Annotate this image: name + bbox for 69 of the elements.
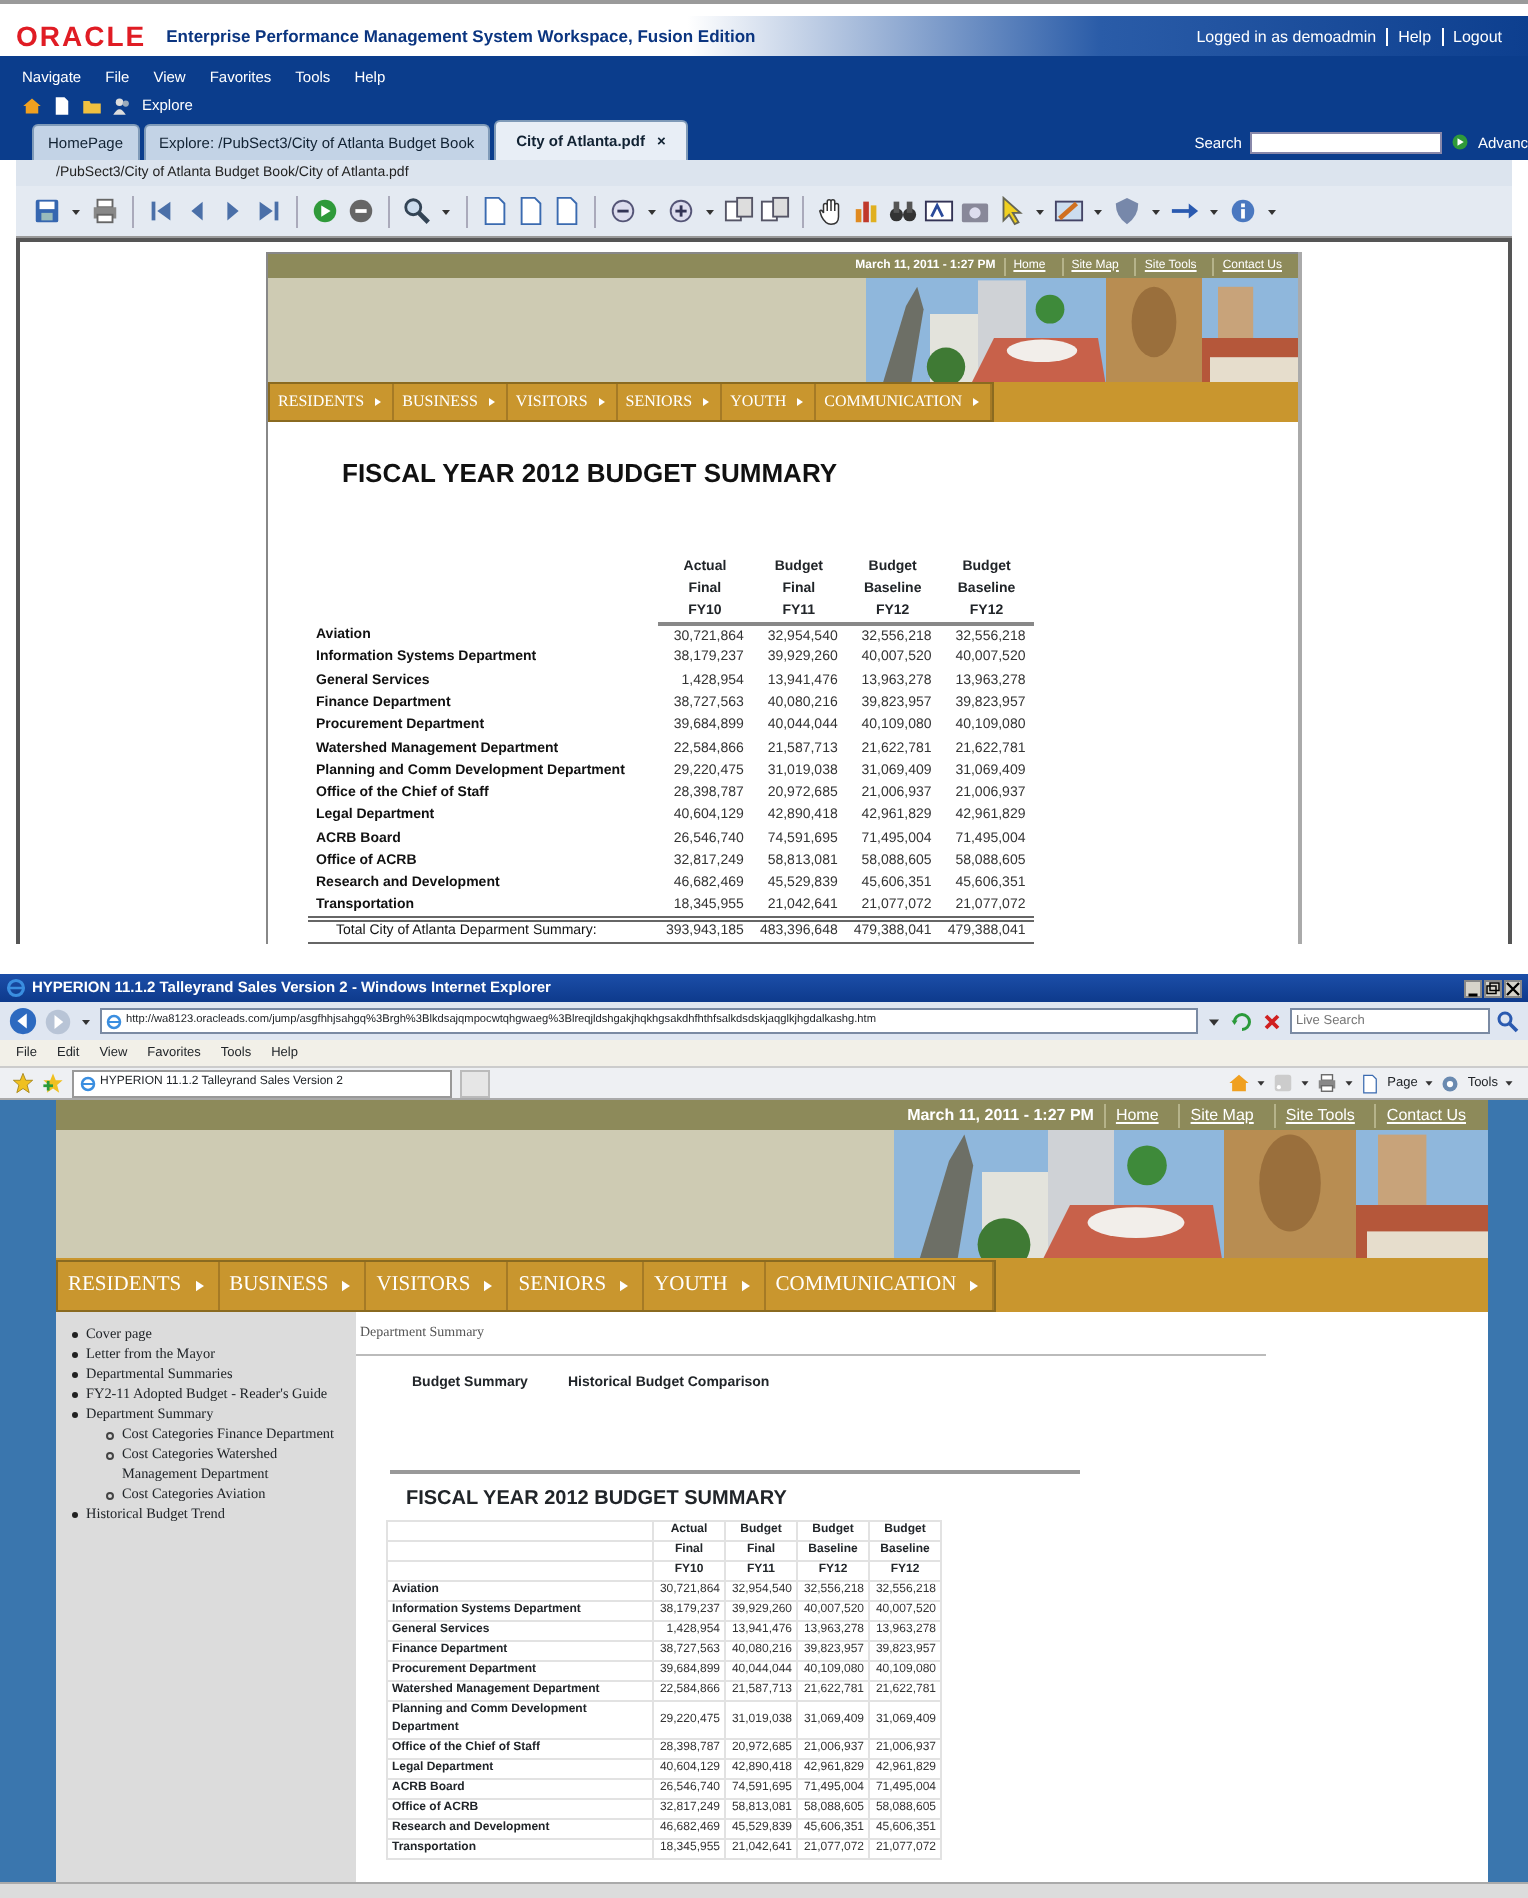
search-field[interactable] bbox=[1249, 131, 1442, 154]
page-title: FISCAL YEAR 2012 BUDGET SUMMARY bbox=[406, 1486, 789, 1514]
arrow-icon bbox=[966, 1278, 983, 1294]
chart-icon[interactable] bbox=[852, 196, 882, 226]
page-title: FISCAL YEAR 2012 BUDGET SUMMARY bbox=[342, 456, 840, 492]
favorites-icon[interactable] bbox=[12, 1072, 34, 1094]
bullet-icon bbox=[72, 1332, 78, 1338]
site-link[interactable]: Site Tools bbox=[1273, 1103, 1365, 1127]
zoom-icon[interactable] bbox=[402, 196, 432, 226]
arrow-icon bbox=[794, 396, 807, 408]
bullet-icon bbox=[72, 1412, 78, 1418]
bullet-icon bbox=[106, 1492, 114, 1500]
caret-icon[interactable] bbox=[1253, 1076, 1268, 1090]
bullet-icon bbox=[106, 1452, 114, 1460]
arrow-icon bbox=[372, 396, 385, 408]
bullet-icon bbox=[72, 1512, 78, 1518]
arrow-icon bbox=[595, 396, 608, 408]
bullet-icon bbox=[106, 1432, 114, 1440]
arrow-icon bbox=[485, 396, 498, 408]
site-link[interactable]: Contact Us bbox=[1374, 1103, 1476, 1127]
pen-icon[interactable] bbox=[1054, 196, 1084, 226]
caret-icon[interactable] bbox=[1421, 1076, 1436, 1090]
header-link[interactable]: Help bbox=[1386, 27, 1442, 45]
arrow-icon bbox=[480, 1278, 497, 1294]
zoom-in-icon[interactable] bbox=[666, 196, 696, 226]
close-button[interactable] bbox=[1504, 979, 1522, 997]
info-icon[interactable] bbox=[1228, 196, 1258, 226]
text-box-icon[interactable] bbox=[924, 196, 954, 226]
add-favorite-icon[interactable] bbox=[42, 1072, 64, 1094]
last-page-icon[interactable] bbox=[254, 196, 284, 226]
logo: ORACLE bbox=[16, 17, 147, 55]
site-link[interactable]: Site Map bbox=[1178, 1103, 1264, 1127]
people-icon[interactable] bbox=[112, 95, 132, 116]
stop-button[interactable] bbox=[1260, 1009, 1284, 1033]
arrow-icon bbox=[191, 1278, 208, 1294]
binoculars-icon[interactable] bbox=[888, 196, 918, 226]
bullet-icon bbox=[72, 1392, 78, 1398]
app-title: Enterprise Performance Management System Workspace, Fusion Edition bbox=[166, 23, 756, 49]
pages-icon[interactable] bbox=[724, 196, 754, 226]
scrollbar[interactable] bbox=[0, 1882, 1528, 1898]
save-icon[interactable] bbox=[32, 196, 62, 226]
folder-icon[interactable] bbox=[82, 95, 102, 116]
caret-icon[interactable] bbox=[1341, 1076, 1356, 1090]
gear-icon bbox=[1439, 1073, 1460, 1093]
date-text: March 11, 2011 - 1:27 PM bbox=[907, 1103, 1094, 1127]
go-icon[interactable] bbox=[1449, 132, 1470, 153]
browser-icon bbox=[6, 978, 26, 998]
print-icon[interactable] bbox=[1315, 1072, 1338, 1094]
arrow-icon bbox=[616, 1278, 633, 1294]
document-icon[interactable] bbox=[52, 95, 72, 116]
header-link[interactable]: Logout bbox=[1441, 27, 1512, 45]
arrow-icon bbox=[700, 396, 713, 408]
bullet-icon bbox=[72, 1352, 78, 1358]
search-button[interactable] bbox=[1496, 1009, 1520, 1033]
arrow-icon bbox=[737, 1278, 754, 1294]
first-page-icon[interactable] bbox=[146, 196, 176, 226]
print-icon[interactable] bbox=[90, 196, 120, 226]
restore-button[interactable] bbox=[1484, 979, 1502, 997]
caret-icon[interactable] bbox=[1297, 1076, 1312, 1090]
arrow-icon bbox=[970, 396, 983, 408]
bullet-icon bbox=[72, 1372, 78, 1378]
site-link[interactable]: Home bbox=[1103, 1103, 1169, 1127]
zoom-out-icon[interactable] bbox=[608, 196, 638, 226]
arrow-icon bbox=[338, 1278, 355, 1294]
back-button[interactable] bbox=[8, 1006, 38, 1036]
caret-icon[interactable] bbox=[1502, 1076, 1516, 1090]
home-icon[interactable] bbox=[22, 95, 42, 116]
user-text: Logged in as demoadmin bbox=[1194, 27, 1379, 45]
pages-icon[interactable] bbox=[760, 196, 790, 226]
